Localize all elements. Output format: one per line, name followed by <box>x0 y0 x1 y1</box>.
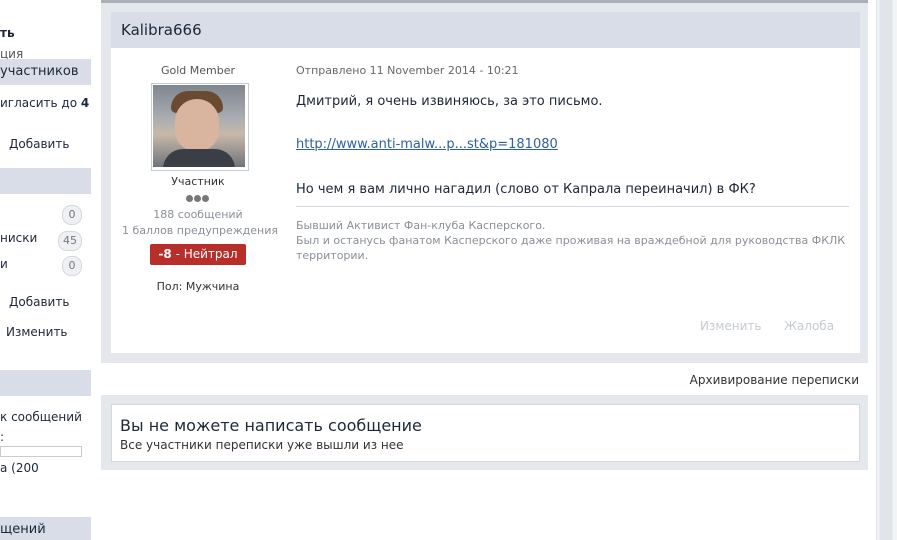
sidebar-edit-button[interactable]: Изменить <box>6 325 68 339</box>
sidebar-progress-bar <box>0 446 82 457</box>
user-title: Участник <box>171 175 225 188</box>
scrollbar-thumb[interactable] <box>880 0 892 540</box>
post-link[interactable]: http://www.anti-malw...p...st&p=181080 <box>296 137 558 152</box>
post-text-line-1: Дмитрий, я очень извиняюсь, за это письм… <box>296 94 603 109</box>
sidebar-invite-text: игласить до 4 <box>0 96 90 110</box>
signature-divider <box>296 206 849 207</box>
archive-conversation-link[interactable]: Архивирование переписки <box>690 373 859 387</box>
user-warnings: 1 баллов предупреждения <box>121 224 279 237</box>
sidebar-row-2[interactable]: ниски <box>0 231 37 245</box>
reputation-badge: -8 - Нейтрал <box>150 244 246 265</box>
sidebar-msg-count-text: к сообщений <box>0 410 82 424</box>
sidebar-header-messages[interactable]: щений <box>0 517 91 540</box>
sidebar-header-2 <box>0 168 91 194</box>
notice-title: Вы не можете написать сообщение <box>120 416 422 435</box>
signature-line-2: Был и останусь фанатом Касперского даже … <box>296 234 846 247</box>
sidebar-header-3 <box>0 370 91 396</box>
sidebar-count-badge-1: 0 <box>62 205 82 225</box>
sidebar-limit-text: а (200 <box>0 461 39 475</box>
sidebar-count-badge-2: 45 <box>58 231 82 251</box>
user-post-count: 188 сообщений <box>153 208 243 221</box>
sidebar-add-button-2[interactable]: Добавить <box>9 295 69 309</box>
sidebar-fragment-top1: ть <box>0 26 15 40</box>
rank-pips-icon <box>186 191 210 202</box>
post-header: Kalibra666 <box>111 12 860 48</box>
post-text-line-2: Но чем я вам лично нагадил (слово от Кап… <box>296 182 756 197</box>
edit-button[interactable]: Изменить <box>700 319 762 333</box>
sidebar-colon: : <box>0 430 5 444</box>
signature-line-3: территории. <box>296 249 369 262</box>
sidebar-count-badge-3: 0 <box>62 256 82 276</box>
sidebar-row-3[interactable]: и <box>0 257 8 271</box>
avatar-photo <box>153 85 245 167</box>
sidebar-fragment-top2: ция <box>0 47 24 59</box>
avatar[interactable] <box>151 83 249 171</box>
notice-subtitle: Все участники переписки уже вышли из нее <box>120 438 404 452</box>
reputation-label: - Нейтрал <box>171 247 238 261</box>
post-date: Отправлено 11 November 2014 - 10:21 <box>296 64 519 77</box>
reputation-value: -8 <box>158 247 172 261</box>
sidebar-add-button-1[interactable]: Добавить <box>9 137 69 151</box>
user-gender: Пол: Мужчина <box>156 280 240 293</box>
signature-line-1: Бывший Активист Фан-клуба Касперского. <box>296 219 546 232</box>
post-author-name[interactable]: Kalibra666 <box>121 21 202 39</box>
report-button[interactable]: Жалоба <box>784 319 834 333</box>
notice-box: Вы не можете написать сообщение Все учас… <box>111 404 860 462</box>
user-group: Gold Member <box>160 64 236 77</box>
sidebar-header-members[interactable]: участников <box>0 59 91 85</box>
